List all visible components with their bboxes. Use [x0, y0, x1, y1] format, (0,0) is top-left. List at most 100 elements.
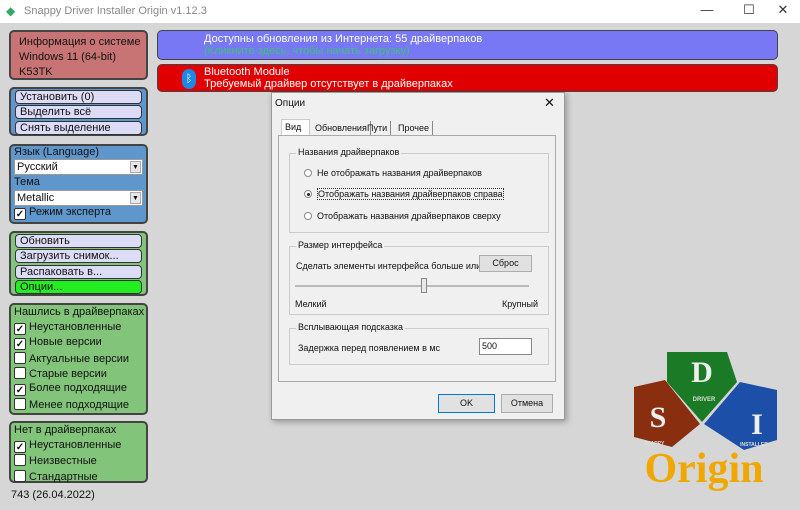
- checkbox-icon: ✓: [14, 323, 26, 335]
- filter-label: Актуальные версии: [29, 352, 129, 365]
- os-version: Windows 11 (64-bit): [19, 51, 116, 63]
- radio-label: Отображать названия драйверпаков справа: [317, 188, 504, 200]
- checkbox-icon: [14, 469, 26, 482]
- minimize-button[interactable]: —: [692, 2, 722, 20]
- filter-label: Менее подходящие: [29, 398, 129, 411]
- svg-text:S: S: [650, 401, 667, 434]
- filter-label: Стандартные: [29, 470, 98, 483]
- checkbox-icon: ✓: [14, 384, 26, 397]
- radio-label: Отображать названия драйверпаков сверху: [317, 211, 501, 221]
- options-dialog: Опции ✕ Вид Обновления Пути Прочее Назва…: [271, 92, 565, 420]
- sdio-logo: D S I DRIVER SNAPPY INSTALLER Origin: [632, 342, 782, 492]
- cancel-button[interactable]: Отмена: [501, 394, 553, 413]
- window-title: Snappy Driver Installer Origin v1.12.3: [24, 5, 207, 17]
- maximize-button[interactable]: ☐: [734, 2, 764, 20]
- dialog-title: Опции: [275, 98, 306, 109]
- theme-select[interactable]: Metallic ▼: [14, 190, 143, 206]
- refresh-button[interactable]: Обновить: [15, 234, 142, 248]
- found-title: Нашлись в драйверпаках: [14, 306, 145, 318]
- theme-label: Тема: [14, 176, 40, 188]
- language-select[interactable]: Русский ▼: [14, 159, 143, 175]
- tab-other[interactable]: Прочее: [395, 121, 433, 136]
- filter-checkbox[interactable]: Менее подходящие: [14, 397, 129, 411]
- slider-thumb[interactable]: [420, 278, 427, 293]
- reset-button[interactable]: Сброс: [479, 255, 532, 272]
- filter-checkbox[interactable]: Стандартные: [14, 469, 98, 483]
- radio-icon: [304, 190, 312, 198]
- size-group: Размер интерфейса Сделать элементы интер…: [289, 240, 549, 315]
- ok-button[interactable]: OK: [438, 394, 495, 413]
- radio-names-top[interactable]: Отображать названия драйверпаков сверху: [304, 211, 501, 221]
- small-label: Мелкий: [295, 299, 327, 309]
- checkbox-icon: [14, 454, 26, 467]
- filter-label: Старые версии: [29, 367, 107, 380]
- checkbox-icon: [14, 366, 26, 379]
- radio-icon: [304, 169, 312, 177]
- tooltip-group: Всплывающая подсказка Задержка перед поя…: [289, 322, 549, 365]
- names-group: Названия драйверпаков Не отображать назв…: [289, 147, 549, 233]
- load-snapshot-button[interactable]: Загрузить снимок...: [15, 249, 142, 263]
- revision-text: 743 (26.04.2022): [11, 489, 95, 501]
- select-all-button[interactable]: Выделить всё: [15, 105, 142, 119]
- dialog-close-button[interactable]: ✕: [544, 95, 555, 111]
- not-found-title: Нет в драйверпаках: [14, 424, 117, 436]
- expert-mode-label: Режим эксперта: [29, 206, 112, 218]
- delay-input[interactable]: 500: [479, 338, 532, 355]
- app-icon: ◆: [6, 4, 16, 18]
- system-info-panel[interactable]: Информация о системе Windows 11 (64-bit)…: [9, 30, 148, 80]
- device-row[interactable]: ᛒ Bluetooth Module Требуемый драйвер отс…: [157, 64, 778, 92]
- updates-text: Доступны обновления из Интернета: 55 дра…: [204, 33, 483, 45]
- bluetooth-icon: ᛒ: [182, 69, 196, 89]
- install-button[interactable]: Установить (0): [15, 90, 142, 104]
- filter-checkbox[interactable]: ✓ Неустановленные: [14, 321, 121, 335]
- radio-icon: [304, 212, 312, 220]
- checkbox-icon: ✓: [14, 208, 26, 220]
- names-group-label: Названия драйверпаков: [296, 147, 402, 157]
- found-filter-panel: Нашлись в драйверпаках ✓ Неустановленные ✓…: [9, 303, 148, 415]
- filter-checkbox[interactable]: Неизвестные: [14, 454, 97, 467]
- selection-panel: Установить (0) Выделить всё Снять выделе…: [9, 87, 148, 136]
- options-button[interactable]: Опции...: [15, 280, 142, 294]
- tab-paths[interactable]: Пути: [364, 121, 392, 136]
- chevron-down-icon: ▼: [130, 161, 141, 173]
- theme-value: Metallic: [17, 192, 55, 204]
- device-name: Bluetooth Module: [204, 66, 290, 78]
- filter-checkbox[interactable]: Актуальные версии: [14, 351, 129, 365]
- extract-button[interactable]: Распаковать в...: [15, 265, 142, 279]
- radio-label: Не отображать названия драйверпаков: [317, 168, 482, 178]
- size-description: Сделать элементы интерфейса больше или м…: [296, 261, 481, 271]
- not-found-filter-panel: Нет в драйверпаках ✓ Неустановленные Неизв…: [9, 421, 148, 483]
- checkbox-icon: [14, 351, 26, 364]
- chevron-down-icon: ▼: [130, 192, 141, 204]
- filter-checkbox[interactable]: Старые версии: [14, 366, 107, 380]
- tab-view[interactable]: Вид: [281, 119, 310, 136]
- radio-names-right[interactable]: Отображать названия драйверпаков справа: [304, 188, 504, 200]
- updates-banner[interactable]: Доступны обновления из Интернета: 55 дра…: [157, 30, 778, 60]
- tab-updates[interactable]: Обновления: [312, 121, 371, 136]
- tab-content: Названия драйверпаков Не отображать назв…: [278, 135, 556, 382]
- filter-label: Неустановленные: [29, 439, 122, 451]
- settings-panel: Язык (Language) Русский ▼ Тема Metallic ▼ …: [9, 144, 148, 224]
- system-info-title: Информация о системе: [19, 36, 141, 48]
- large-label: Крупный: [502, 299, 538, 309]
- pc-model: K53TK: [19, 66, 53, 78]
- deselect-button[interactable]: Снять выделение: [15, 121, 142, 135]
- svg-text:DRIVER: DRIVER: [693, 397, 716, 403]
- language-value: Русский: [17, 161, 58, 173]
- size-slider[interactable]: [295, 278, 529, 293]
- checkbox-icon: [14, 397, 26, 410]
- filter-label: Неизвестные: [29, 455, 97, 468]
- filter-checkbox[interactable]: ✓ Неустановленные: [14, 439, 121, 453]
- filter-label: Новые версии: [29, 336, 102, 349]
- device-status: Требуемый драйвер отсутствует в драйверп…: [204, 78, 453, 90]
- updates-hint: (Кликните здесь, чтобы начать загрузку): [204, 45, 410, 57]
- svg-text:D: D: [691, 356, 713, 389]
- filter-checkbox[interactable]: ✓ Новые версии: [14, 336, 102, 351]
- radio-hide-names[interactable]: Не отображать названия драйверпаков: [304, 168, 482, 178]
- delay-label: Задержка перед появлением в мс: [298, 343, 441, 353]
- language-label: Язык (Language): [14, 146, 100, 158]
- filter-checkbox[interactable]: ✓ Более подходящие: [14, 382, 127, 397]
- expert-mode-checkbox[interactable]: ✓ Режим эксперта: [14, 206, 111, 220]
- svg-text:I: I: [751, 408, 763, 441]
- close-button[interactable]: ✕: [768, 2, 798, 20]
